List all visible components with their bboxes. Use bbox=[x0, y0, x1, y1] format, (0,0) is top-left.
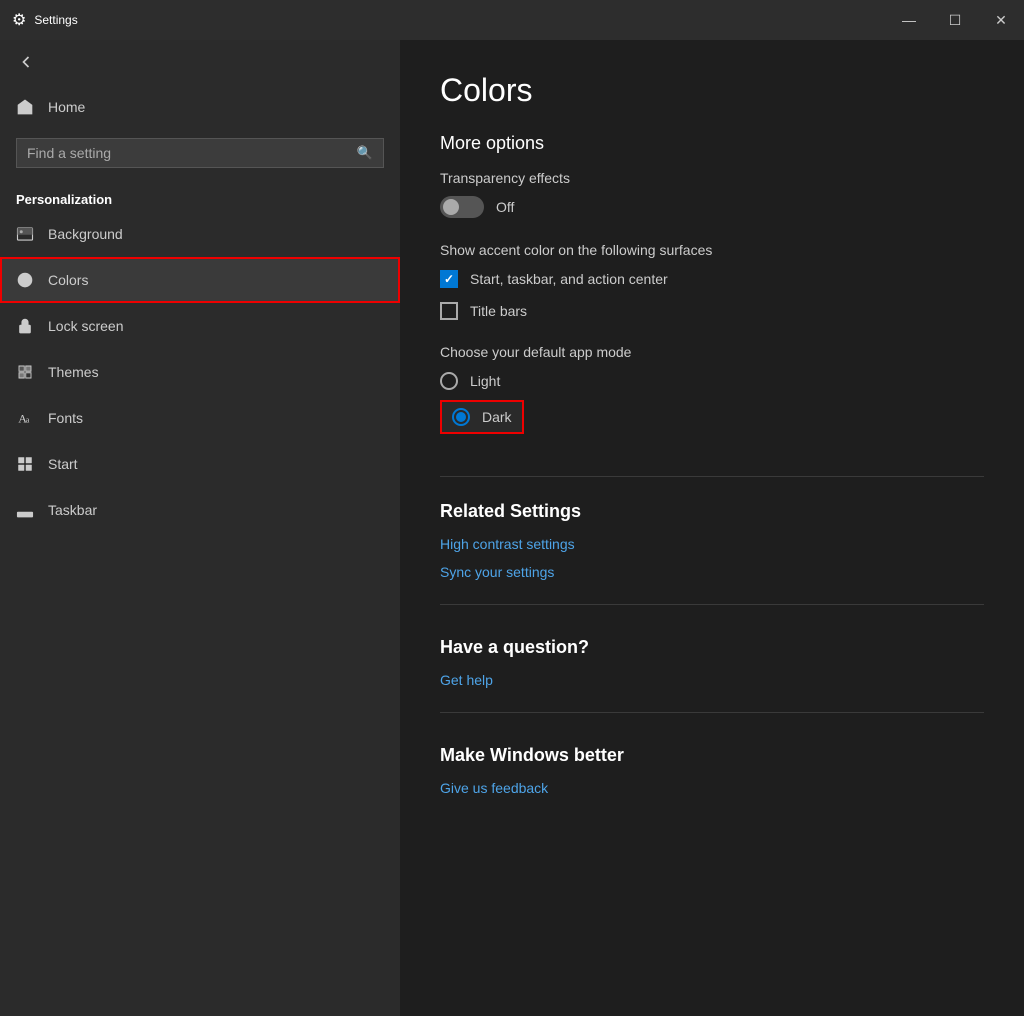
sidebar-item-start-label: Start bbox=[48, 456, 78, 472]
window-controls: — ☐ ✕ bbox=[886, 0, 1024, 40]
sidebar-item-colors[interactable]: Colors bbox=[0, 257, 400, 303]
sidebar-item-fonts-label: Fonts bbox=[48, 410, 83, 426]
sidebar-item-themes[interactable]: Themes bbox=[0, 349, 400, 395]
title-bar-title: Settings bbox=[34, 13, 77, 27]
radio-dark-label: Dark bbox=[482, 409, 512, 425]
title-bar: ⚙ Settings — ☐ ✕ bbox=[0, 0, 1024, 40]
radio-row-light[interactable]: Light bbox=[440, 372, 984, 390]
transparency-toggle-state: Off bbox=[496, 199, 514, 215]
radio-dark[interactable] bbox=[452, 408, 470, 426]
sidebar-item-colors-label: Colors bbox=[48, 272, 88, 288]
back-button[interactable] bbox=[0, 40, 400, 84]
sidebar-item-background-label: Background bbox=[48, 226, 123, 242]
transparency-label: Transparency effects bbox=[440, 170, 984, 186]
page-title: Colors bbox=[440, 72, 984, 109]
checkbox-titlebars-label: Title bars bbox=[470, 303, 527, 319]
give-feedback-link[interactable]: Give us feedback bbox=[440, 780, 984, 796]
radio-light-label: Light bbox=[470, 373, 500, 389]
sidebar-item-home-label: Home bbox=[48, 99, 85, 115]
sidebar-item-lockscreen[interactable]: Lock screen bbox=[0, 303, 400, 349]
high-contrast-link[interactable]: High contrast settings bbox=[440, 536, 984, 552]
checkbox-row-titlebars: Title bars bbox=[440, 302, 984, 320]
checkbox-taskbar-label: Start, taskbar, and action center bbox=[470, 271, 668, 287]
app-container: Home 🔍 Personalization Background C bbox=[0, 40, 1024, 1016]
maximize-button[interactable]: ☐ bbox=[932, 0, 978, 40]
radio-row-dark-highlight[interactable]: Dark bbox=[440, 400, 524, 434]
related-settings-title: Related Settings bbox=[440, 501, 984, 522]
sidebar-item-fonts[interactable]: A a Fonts bbox=[0, 395, 400, 441]
sidebar-item-taskbar-label: Taskbar bbox=[48, 502, 97, 518]
settings-icon: ⚙ bbox=[12, 10, 26, 30]
sidebar-item-background[interactable]: Background bbox=[0, 211, 400, 257]
checkbox-row-taskbar: Start, taskbar, and action center bbox=[440, 270, 984, 288]
sidebar: Home 🔍 Personalization Background C bbox=[0, 40, 400, 1016]
have-question-title: Have a question? bbox=[440, 637, 984, 658]
search-input[interactable] bbox=[27, 145, 357, 161]
radio-light[interactable] bbox=[440, 372, 458, 390]
sidebar-item-lockscreen-label: Lock screen bbox=[48, 318, 123, 334]
divider-3 bbox=[440, 712, 984, 713]
minimize-button[interactable]: — bbox=[886, 0, 932, 40]
search-icon: 🔍 bbox=[357, 145, 373, 161]
transparency-toggle-row: Off bbox=[440, 196, 984, 218]
personalization-label: Personalization bbox=[0, 184, 400, 211]
main-content: Colors More options Transparency effects… bbox=[400, 40, 1024, 1016]
accent-surface-section: Show accent color on the following surfa… bbox=[440, 242, 984, 320]
checkbox-titlebars[interactable] bbox=[440, 302, 458, 320]
more-options-title: More options bbox=[440, 133, 984, 154]
sync-settings-link[interactable]: Sync your settings bbox=[440, 564, 984, 580]
divider-1 bbox=[440, 476, 984, 477]
sidebar-item-themes-label: Themes bbox=[48, 364, 99, 380]
transparency-toggle[interactable] bbox=[440, 196, 484, 218]
get-help-link[interactable]: Get help bbox=[440, 672, 984, 688]
svg-text:a: a bbox=[26, 416, 30, 425]
sidebar-item-home[interactable]: Home bbox=[0, 84, 400, 130]
close-button[interactable]: ✕ bbox=[978, 0, 1024, 40]
sidebar-item-taskbar[interactable]: Taskbar bbox=[0, 487, 400, 533]
checkbox-taskbar[interactable] bbox=[440, 270, 458, 288]
search-box[interactable]: 🔍 bbox=[16, 138, 384, 168]
accent-surfaces-label: Show accent color on the following surfa… bbox=[440, 242, 984, 258]
sidebar-item-start[interactable]: Start bbox=[0, 441, 400, 487]
divider-2 bbox=[440, 604, 984, 605]
app-mode-label: Choose your default app mode bbox=[440, 344, 984, 360]
make-windows-title: Make Windows better bbox=[440, 745, 984, 766]
app-mode-section: Choose your default app mode Light Dark bbox=[440, 344, 984, 444]
